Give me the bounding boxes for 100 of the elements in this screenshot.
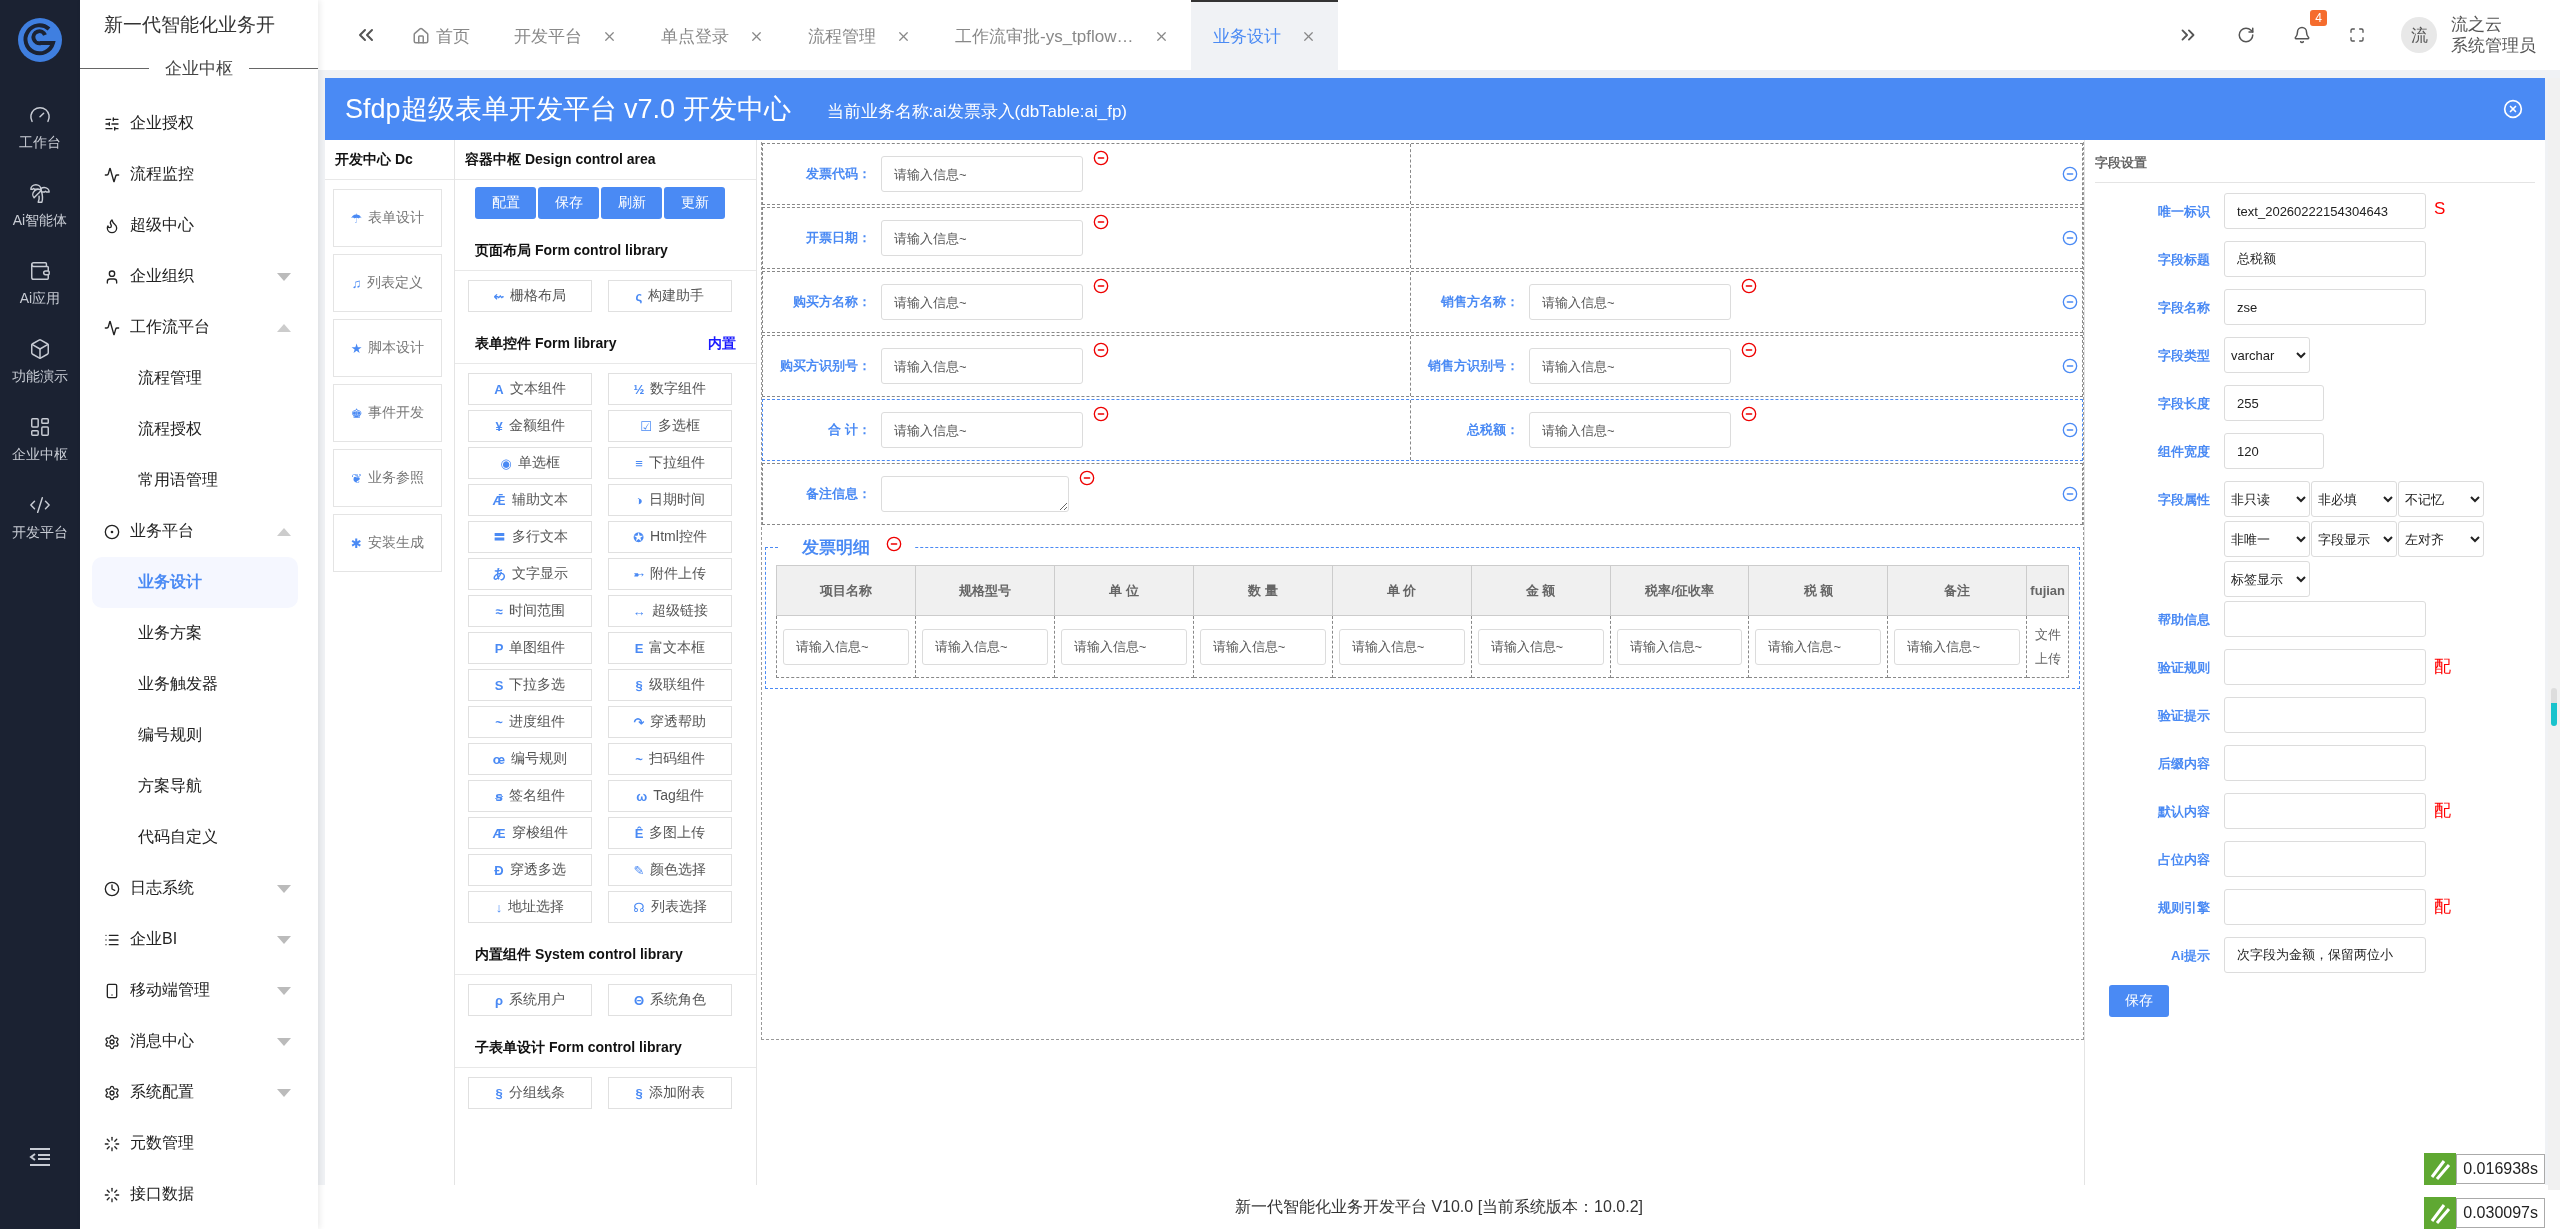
component-button[interactable]: Ǣ 辅助文本	[468, 484, 592, 516]
text-input[interactable]: 请输入信息~	[881, 156, 1083, 192]
remove-icon[interactable]	[1093, 278, 1109, 294]
text-input[interactable]: 请输入信息~	[881, 220, 1083, 256]
component-button[interactable]: ◉ 单选框	[468, 447, 592, 479]
avatar[interactable]: 流	[2401, 17, 2437, 53]
dropdown[interactable]: 标签显示	[2224, 561, 2310, 597]
submenu-item[interactable]: 业务方案	[92, 608, 298, 659]
text-input[interactable]: 请输入信息~	[881, 348, 1083, 384]
component-button[interactable]: E 富文本框	[608, 632, 732, 664]
remove-icon[interactable]	[1079, 470, 1095, 486]
text-input[interactable]: 请输入信息~	[881, 284, 1083, 320]
component-button[interactable]: § 添加附表	[608, 1077, 732, 1109]
component-button[interactable]: Ê 多图上传	[608, 817, 732, 849]
component-button[interactable]: ✎ 颜色选择	[608, 854, 732, 886]
component-button[interactable]: ⇜ 栅格布局	[468, 280, 592, 312]
text-input[interactable]: zse	[2224, 289, 2426, 325]
text-input[interactable]	[2224, 697, 2426, 733]
dropdown[interactable]: varchar	[2224, 337, 2310, 373]
component-button[interactable]: ~ 进度组件	[468, 706, 592, 738]
component-button[interactable]: S 下拉多选	[468, 669, 592, 701]
remove-icon[interactable]	[1093, 406, 1109, 422]
remove-icon[interactable]	[1741, 342, 1757, 358]
config-link[interactable]: 配	[2434, 889, 2451, 918]
component-button[interactable]: ~ 扫码组件	[608, 743, 732, 775]
text-input[interactable]: 请输入信息~	[921, 628, 1048, 665]
rail-item[interactable]: Ai应用	[0, 245, 80, 323]
builtin-link[interactable]: 内置	[708, 334, 736, 353]
menu-item[interactable]: 企业授权	[80, 98, 298, 149]
submenu-item[interactable]: 流程管理	[92, 353, 298, 404]
submenu-item[interactable]: 代码自定义	[92, 812, 298, 863]
menu-item[interactable]: 超级中心	[80, 200, 298, 251]
component-button[interactable]: あ 文字显示	[468, 558, 592, 590]
rail-item[interactable]: 工作台	[0, 89, 80, 167]
menu-item[interactable]: 企业BI	[80, 914, 298, 965]
text-input[interactable]	[2224, 745, 2426, 781]
submenu-item[interactable]: 业务触发器	[92, 659, 298, 710]
component-button[interactable]: ρ 系统用户	[468, 984, 592, 1016]
nav-button[interactable]: ♚ 事件开发	[333, 384, 442, 442]
component-button[interactable]: ¥ 金额组件	[468, 410, 592, 442]
text-input[interactable]: 255	[2224, 385, 2324, 421]
rail-item[interactable]: Ai智能体	[0, 167, 80, 245]
menu-item[interactable]: 日志系统	[80, 863, 298, 914]
component-button[interactable]: § 分组线条	[468, 1077, 592, 1109]
text-input[interactable]	[2224, 889, 2426, 925]
nav-button[interactable]: ☂ 表单设计	[333, 189, 442, 247]
remove-icon[interactable]	[1741, 278, 1757, 294]
text-input[interactable]: text_20260222154304643	[2224, 193, 2426, 229]
text-input[interactable]	[2224, 841, 2426, 877]
remove-icon[interactable]	[1093, 150, 1109, 166]
nav-button[interactable]: ♫ 列表定义	[333, 254, 442, 312]
text-input[interactable]: 请输入信息~	[1529, 412, 1731, 448]
text-input[interactable]: 总税额	[2224, 241, 2426, 277]
component-button[interactable]: ☊ 列表选择	[608, 891, 732, 923]
component-button[interactable]: ✪ Html控件	[608, 521, 732, 553]
component-button[interactable]: ꞩ 签名组件	[468, 780, 592, 812]
text-input[interactable]: 请输入信息~	[1755, 628, 1882, 665]
text-input[interactable]	[2224, 649, 2426, 685]
text-input[interactable]: 次字段为金额，保留两位小	[2224, 937, 2426, 973]
text-input[interactable]: 请输入信息~	[1338, 628, 1465, 665]
text-input[interactable]: 请输入信息~	[1529, 284, 1731, 320]
menu-item[interactable]: 元数管理	[80, 1118, 298, 1169]
rail-item[interactable]: 功能演示	[0, 323, 80, 401]
text-input[interactable]: 请输入信息~	[1060, 628, 1187, 665]
config-link[interactable]: S	[2434, 193, 2446, 219]
component-button[interactable]: ↔ 超级链接	[608, 595, 732, 627]
remove-icon[interactable]	[886, 536, 902, 552]
text-input[interactable]	[2224, 601, 2426, 637]
menu-item[interactable]: 企业组织	[80, 251, 298, 302]
component-button[interactable]: § 级联组件	[608, 669, 732, 701]
menu-item[interactable]: 移动端管理	[80, 965, 298, 1016]
text-input[interactable]: 请输入信息~	[1477, 628, 1604, 665]
component-button[interactable]: ≡ 下拉组件	[608, 447, 732, 479]
rail-item[interactable]: 企业中枢	[0, 401, 80, 479]
text-input[interactable]: 请输入信息~	[1616, 628, 1743, 665]
component-button[interactable]: ς 构建助手	[608, 280, 732, 312]
menu-item[interactable]: 系统配置	[80, 1067, 298, 1118]
rail-item[interactable]: 开发平台	[0, 479, 80, 557]
menu-item[interactable]: 消息中心	[80, 1016, 298, 1067]
menu-item[interactable]: 流程监控	[80, 149, 298, 200]
nav-button[interactable]: ✱ 安装生成	[333, 514, 442, 572]
submenu-item[interactable]: 流程授权	[92, 404, 298, 455]
remove-icon[interactable]	[1093, 214, 1109, 230]
component-button[interactable]: 〓 多行文本	[468, 521, 592, 553]
component-button[interactable]: ½ 数字组件	[608, 373, 732, 405]
component-button[interactable]: A 文本组件	[468, 373, 592, 405]
config-link[interactable]: 配	[2434, 649, 2451, 678]
component-button[interactable]: Đ 穿透多选	[468, 854, 592, 886]
component-button[interactable]: ☑ 多选框	[608, 410, 732, 442]
config-link[interactable]: 配	[2434, 793, 2451, 822]
menu-item[interactable]: 接口数据	[80, 1169, 298, 1220]
menu-item[interactable]: 业务平台	[80, 506, 298, 557]
dropdown[interactable]: 非唯一	[2224, 521, 2310, 557]
dropdown[interactable]: 字段显示	[2311, 521, 2397, 557]
dropdown[interactable]: 非只读	[2224, 481, 2310, 517]
text-input[interactable]: 请输入信息~	[881, 412, 1083, 448]
menu-item[interactable]: 工作流平台	[80, 302, 298, 353]
text-input[interactable]: 120	[2224, 433, 2324, 469]
component-button[interactable]: ↓ 地址选择	[468, 891, 592, 923]
text-input[interactable]: 请输入信息~	[1894, 628, 2021, 665]
